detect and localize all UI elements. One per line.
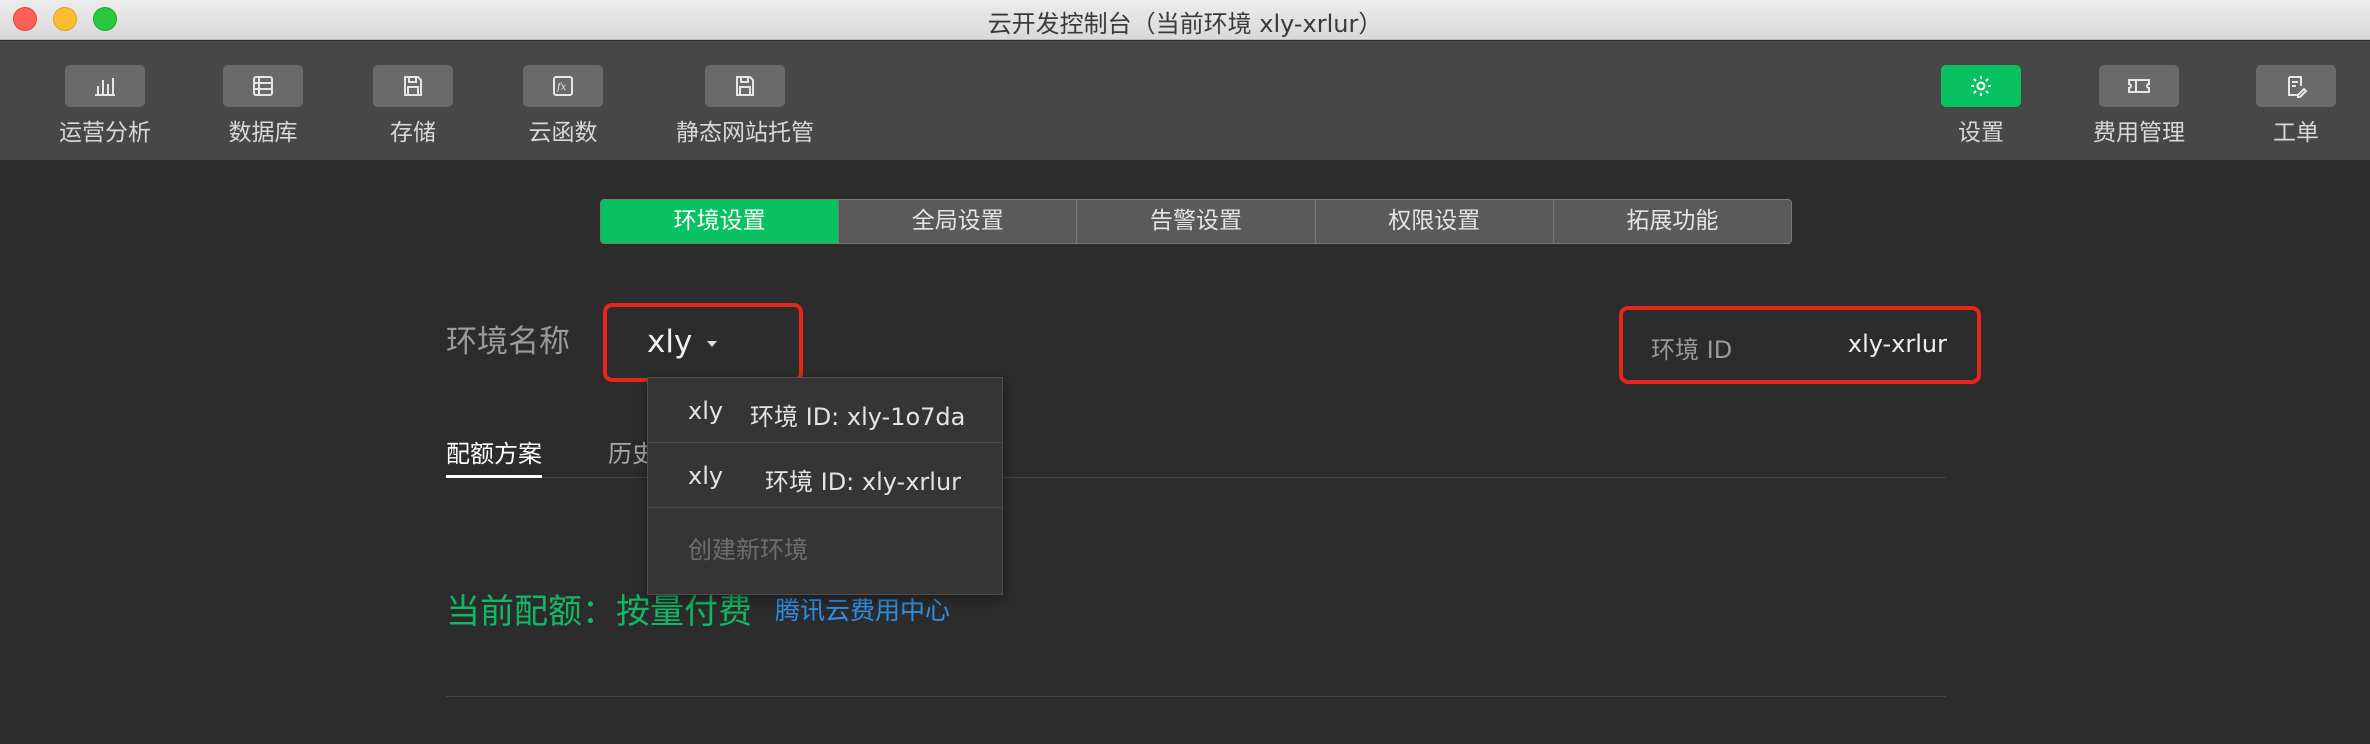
toolbar-functions-button[interactable]: fx 云函数: [513, 65, 613, 155]
caret-down-icon: [707, 341, 717, 347]
dropdown-env-id: 环境 ID: xly-xrlur: [765, 468, 962, 496]
subtab-quota-plan[interactable]: 配额方案: [446, 434, 542, 478]
toolbar-hosting-button[interactable]: 静态网站托管: [665, 65, 825, 155]
title-bar: 云开发控制台（当前环境 xly-xrlur）: [0, 0, 2370, 40]
toolbar-label: 工单: [2273, 120, 2319, 146]
env-id-value: xly-xrlur: [1847, 330, 1947, 358]
tab-env-settings[interactable]: 环境设置: [601, 200, 839, 243]
billing-center-link[interactable]: 腾讯云费用中心: [775, 591, 950, 627]
settings-tabs: 环境设置 全局设置 告警设置 权限设置 拓展功能: [600, 199, 1792, 244]
toolbar-label: 费用管理: [2093, 120, 2185, 146]
tab-global-settings[interactable]: 全局设置: [838, 200, 1076, 243]
dropdown-env-item[interactable]: xly 环境 ID: xly-xrlur: [648, 443, 1002, 508]
main-content: 环境设置 全局设置 告警设置 权限设置 拓展功能 环境名称 xly 环境 ID …: [0, 160, 2370, 744]
toolbar-label: 数据库: [228, 120, 298, 146]
env-select[interactable]: xly: [603, 303, 803, 382]
svg-text:fx: fx: [556, 82, 567, 93]
toolbar-storage-button[interactable]: 存储: [363, 65, 463, 155]
toolbar-database-button[interactable]: 数据库: [213, 65, 313, 155]
gear-icon: [1941, 65, 2021, 107]
env-id-label: 环境 ID: [1651, 336, 1733, 364]
toolbar-label: 云函数: [528, 120, 598, 146]
env-id-box: 环境 ID xly-xrlur: [1619, 306, 1981, 384]
env-dropdown-menu: xly 环境 ID: xly-1o7da xly 环境 ID: xly-xrlu…: [647, 377, 1003, 595]
toolbar: 运营分析 数据库 存储 fx 云函数 静态网站托管 设置 费用管理 工单: [0, 41, 2370, 160]
tab-alert-settings[interactable]: 告警设置: [1076, 200, 1314, 243]
tab-permission-settings[interactable]: 权限设置: [1314, 200, 1553, 243]
create-env-item[interactable]: 创建新环境: [688, 530, 808, 565]
hosting-icon: [705, 65, 785, 107]
toolbar-label: 设置: [1958, 120, 2004, 146]
toolbar-billing-button[interactable]: 费用管理: [2079, 65, 2199, 155]
function-icon: fx: [523, 65, 603, 107]
toolbar-analytics-button[interactable]: 运营分析: [55, 65, 155, 155]
storage-icon: [373, 65, 453, 107]
bar-chart-icon: [65, 65, 145, 107]
toolbar-ticket-button[interactable]: 工单: [2246, 65, 2346, 155]
toolbar-label: 静态网站托管: [676, 120, 814, 146]
toolbar-label: 存储: [390, 120, 436, 146]
dropdown-env-item[interactable]: xly 环境 ID: xly-1o7da: [648, 378, 1002, 443]
dropdown-env-name: xly: [688, 397, 724, 425]
database-icon: [223, 65, 303, 107]
divider: [446, 696, 1946, 697]
dropdown-env-id: 环境 ID: xly-1o7da: [750, 403, 966, 431]
ticket-edit-icon: [2256, 65, 2336, 107]
toolbar-label: 运营分析: [59, 120, 151, 146]
tab-extensions[interactable]: 拓展功能: [1552, 200, 1791, 243]
env-name-label: 环境名称: [446, 324, 570, 360]
ticket-icon: [2099, 65, 2179, 107]
toolbar-settings-button[interactable]: 设置: [1931, 65, 2031, 155]
dropdown-env-name: xly: [688, 462, 724, 490]
env-select-value: xly: [647, 324, 693, 360]
window-title: 云开发控制台（当前环境 xly-xrlur）: [987, 10, 1383, 38]
